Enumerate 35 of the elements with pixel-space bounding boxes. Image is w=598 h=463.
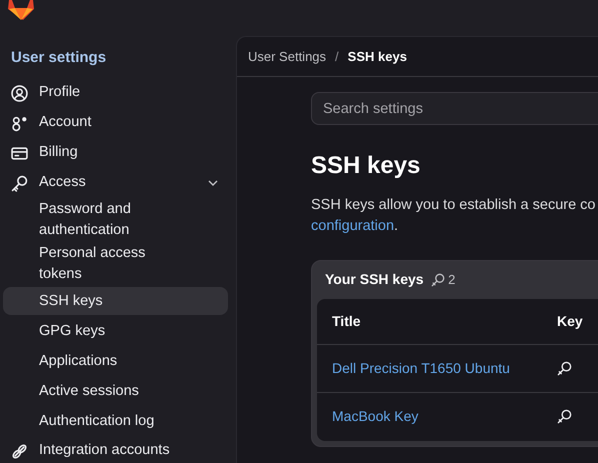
fox-logo-icon[interactable] — [8, 0, 34, 22]
sidebar-item[interactable]: Password and authentication — [3, 199, 228, 241]
configuration-link[interactable]: configuration — [311, 218, 394, 234]
breadcrumb-link[interactable]: User Settings — [248, 46, 326, 66]
sidebar-item[interactable]: SSH keys — [3, 287, 228, 315]
key-icon — [557, 360, 572, 376]
key-icon — [557, 409, 572, 424]
card-title: Your SSH keys — [325, 270, 424, 290]
key-count: 2 — [448, 271, 456, 290]
sidebar-item[interactable]: Authentication log — [3, 407, 228, 435]
sidebar-item[interactable]: Billing — [3, 139, 228, 167]
key-title-link[interactable]: MacBook Key — [332, 408, 418, 424]
search-field[interactable]: Search settings — [311, 92, 598, 125]
sidebar-item[interactable]: Personal access tokens — [3, 243, 228, 285]
column-header: Title — [331, 312, 362, 331]
key-icon — [430, 272, 445, 287]
breadcrumb-link[interactable]: SSH keys — [348, 46, 407, 66]
sidebar-item[interactable]: Active sessions — [3, 377, 228, 405]
sidebar-item[interactable]: Integration accounts — [3, 437, 228, 463]
link-icon — [11, 442, 28, 460]
key-title-link[interactable]: Dell Precision T1650 Ubuntu — [332, 360, 510, 376]
key-icon — [11, 174, 28, 192]
description-text: SSH keys allow you to establish a secure co configuration. — [311, 196, 596, 236]
user-icon — [11, 84, 28, 102]
card-icon — [11, 144, 28, 162]
column-header: Key — [556, 312, 583, 331]
sidebar-item[interactable]: Applications — [3, 347, 228, 375]
sidebar-item[interactable]: Profile — [3, 79, 228, 107]
page-heading: SSH keys — [311, 152, 422, 181]
sidebar-item[interactable]: Account — [3, 109, 228, 137]
sidebar-item[interactable]: Access — [3, 169, 228, 197]
sidebar-item[interactable]: GPG keys — [3, 317, 228, 345]
account-icon — [11, 114, 28, 132]
sidebar-title: User settings — [10, 48, 108, 68]
breadcrumb-separator: / — [335, 48, 339, 66]
